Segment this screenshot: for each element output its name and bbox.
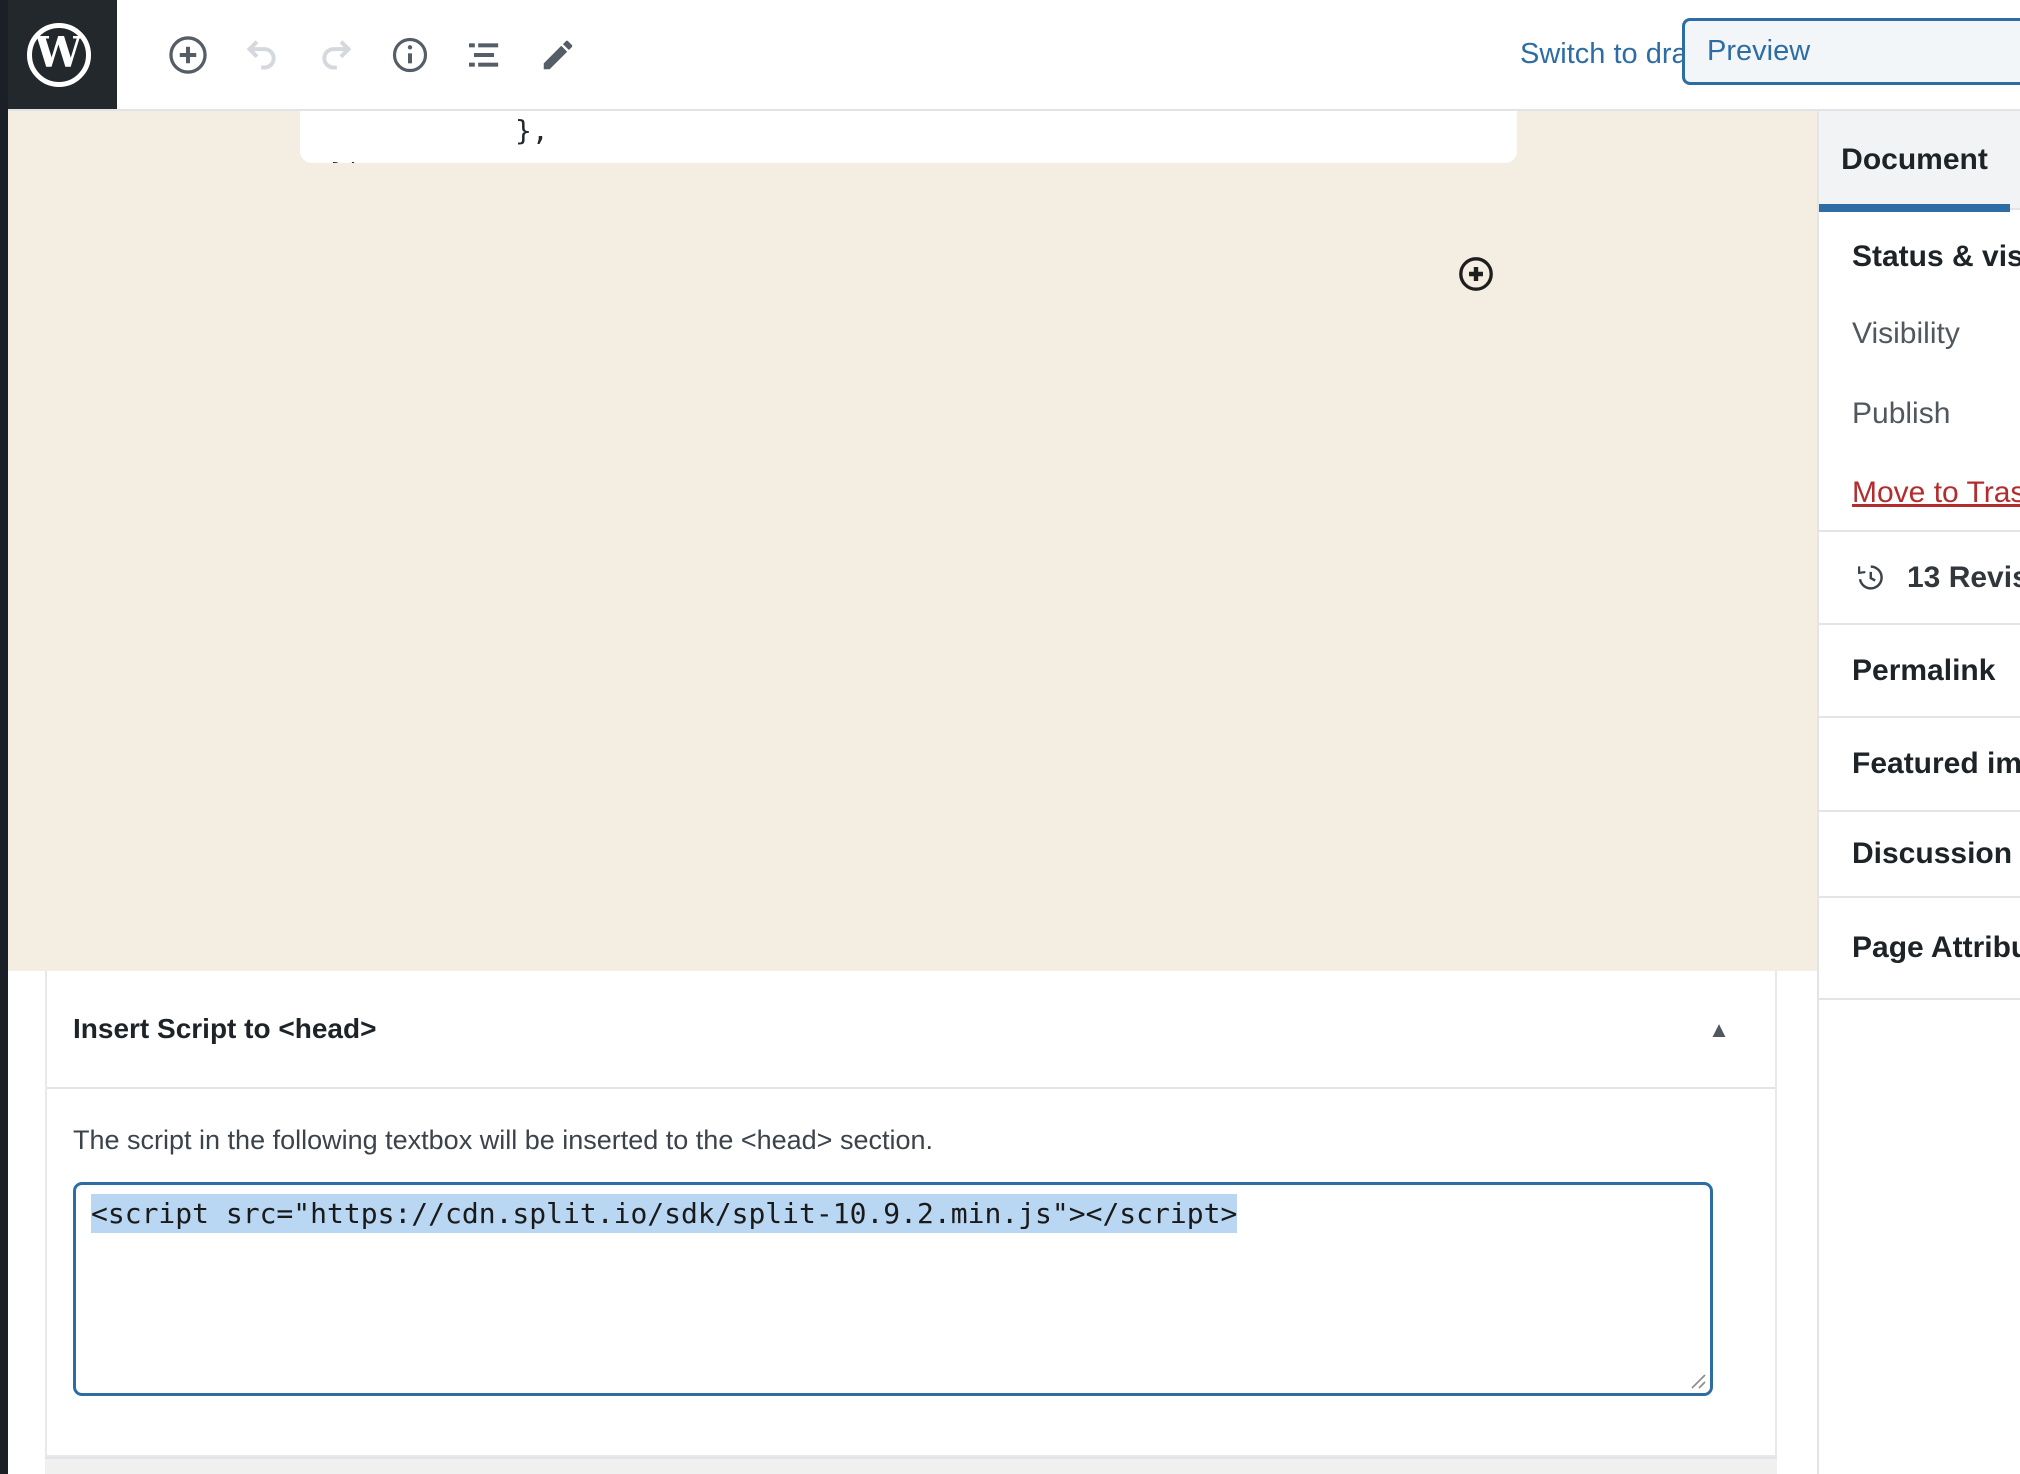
visibility-label: Visibility [1852,317,2020,351]
add-block-button[interactable] [151,0,225,109]
next-metabox-edge [45,1457,1777,1474]
history-icon [1855,562,1886,593]
undo-icon [242,35,282,75]
list-view-icon [464,35,504,75]
featured-image-title: Featured image [1852,747,2020,781]
metabox-header[interactable]: Insert Script to <head> ▲ [47,971,1775,1089]
preview-button[interactable]: Preview [1682,18,2020,85]
page-attributes-title: Page Attributes [1852,931,2020,965]
metabox-title: Insert Script to <head> [73,1013,376,1045]
editor-header: W [0,0,2020,111]
undo-button[interactable] [225,0,299,109]
settings-sidebar: Document Status & visibility Visibility … [1817,110,2020,1474]
panel-permalink[interactable]: Permalink [1819,625,2020,718]
head-script-textarea[interactable]: <script src="https://cdn.split.io/sdk/sp… [73,1182,1713,1396]
pencil-icon [539,36,577,74]
status-visibility-title: Status & visibility [1852,240,2020,274]
triangle-up-icon: ▲ [1708,1017,1730,1042]
panel-page-attributes[interactable]: Page Attributes [1819,898,2020,1000]
wordpress-logo-icon: W [27,23,91,87]
info-icon [390,35,430,75]
editor-canvas: }, }) [8,111,1817,971]
selected-script-text: <script src="https://cdn.split.io/sdk/sp… [91,1194,1237,1233]
insert-script-head-metabox: Insert Script to <head> ▲ The script in … [45,971,1777,1457]
textarea-resize-handle[interactable] [1687,1370,1707,1390]
edit-mode-button[interactable] [521,0,595,109]
panel-status-visibility: Status & visibility Visibility Publish M… [1819,210,2020,532]
content-structure-button[interactable] [373,0,447,109]
admin-menu-edge [0,0,8,1474]
active-tab-underline [1819,204,2010,212]
panel-discussion[interactable]: Discussion [1819,812,2020,898]
sidebar-tabs: Document [1819,110,2020,210]
plus-circle-icon [1457,255,1495,293]
panel-featured-image[interactable]: Featured image [1819,718,2020,812]
plus-circle-icon [166,33,210,77]
discussion-title: Discussion [1852,837,2012,871]
tab-document[interactable]: Document [1819,110,2010,210]
code-line: }) [330,157,364,163]
move-to-trash-button[interactable]: Move to Trash [1852,476,2020,510]
block-navigation-button[interactable] [447,0,521,109]
collapse-toggle-button[interactable]: ▲ [1689,971,1749,1089]
wordpress-logo[interactable]: W [0,0,117,109]
code-line: }, [515,114,549,147]
redo-icon [316,35,356,75]
metabox-description: The script in the following textbox will… [73,1125,1749,1156]
editor-toolbar [151,0,595,109]
metaboxes-area: Insert Script to <head> ▲ The script in … [8,971,1817,1474]
switch-to-draft-button[interactable]: Switch to draft [1520,0,1704,109]
permalink-title: Permalink [1852,654,1995,688]
redo-button[interactable] [299,0,373,109]
panel-revisions[interactable]: 13 Revisions [1819,532,2020,625]
block-inserter-button[interactable] [1457,255,1495,293]
revisions-label: 13 Revisions [1907,561,2020,595]
metabox-body: The script in the following textbox will… [47,1125,1775,1396]
code-block[interactable]: }, }) [300,111,1517,163]
publish-label: Publish [1852,397,2020,431]
tab-document-label: Document [1841,143,1988,177]
